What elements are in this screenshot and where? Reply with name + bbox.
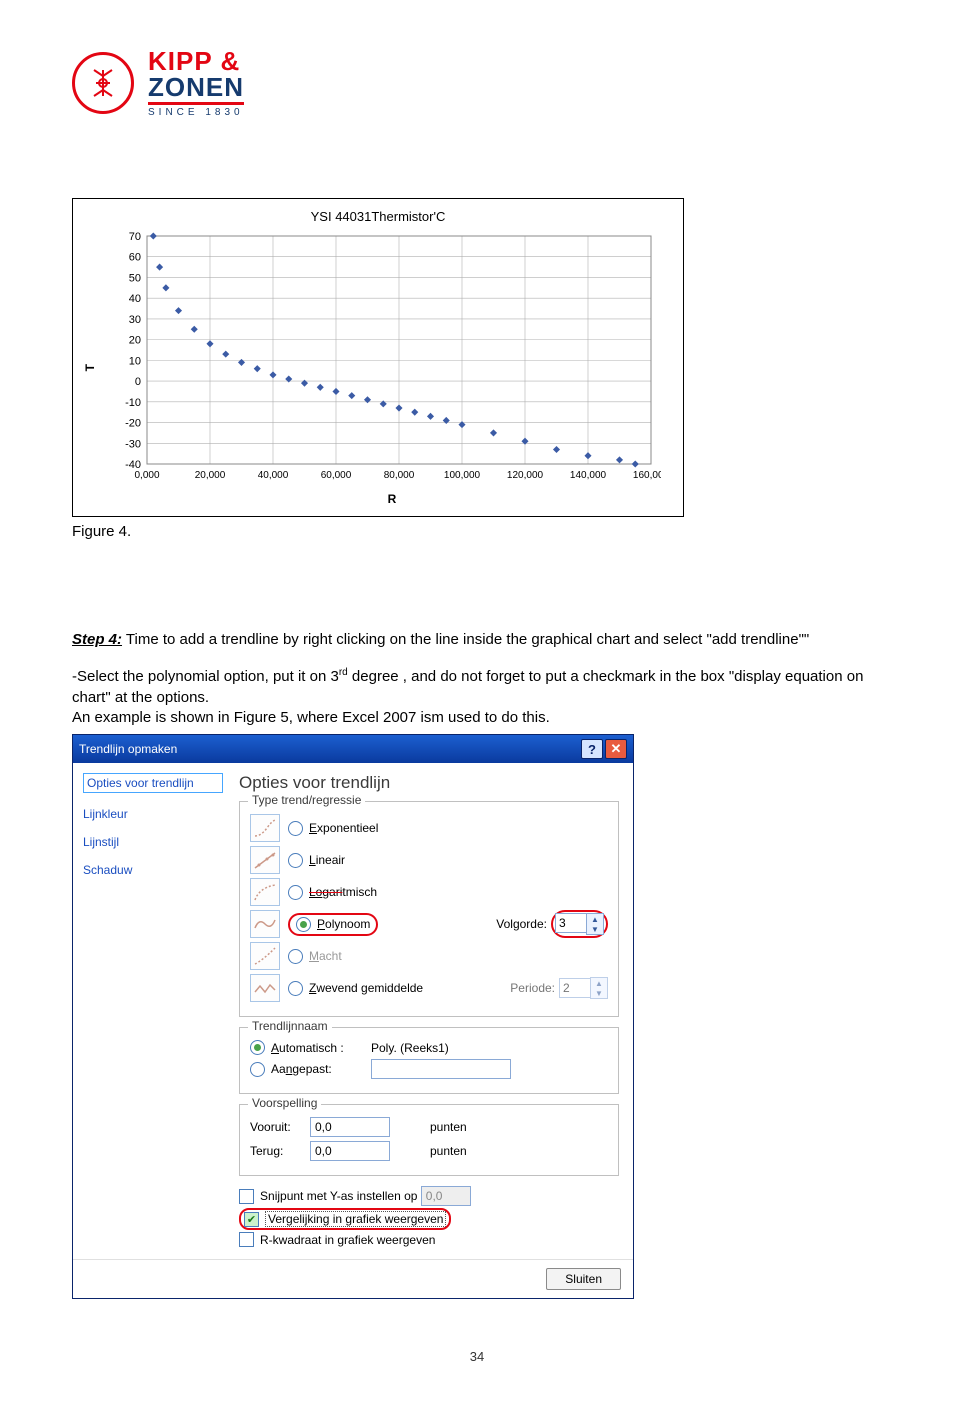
movavg-thumb-icon bbox=[250, 974, 280, 1002]
forecast-group: Voorspelling Vooruit: 0,0 punten Terug: … bbox=[239, 1104, 619, 1176]
dialog-titlebar[interactable]: Trendlijn opmaken ? ✕ bbox=[73, 735, 633, 763]
nav-trendline-options[interactable]: Opties voor trendlijn bbox=[83, 773, 223, 793]
svg-text:100,000: 100,000 bbox=[444, 470, 481, 481]
logo: KIPP & ZONEN SINCE 1830 bbox=[72, 48, 882, 118]
trendline-name-group: Trendlijnnaam Automatisch : Poly. (Reeks… bbox=[239, 1027, 619, 1094]
radio-polynomial[interactable] bbox=[296, 917, 311, 932]
svg-text:80,000: 80,000 bbox=[384, 470, 415, 481]
chart-plot: -40-30-20-100102030405060700,00020,00040… bbox=[101, 230, 661, 490]
logo-line2: ZONEN bbox=[148, 74, 244, 105]
option-linear[interactable]: Lineair bbox=[250, 846, 608, 874]
logo-line1: KIPP & bbox=[148, 48, 244, 74]
svg-text:10: 10 bbox=[129, 355, 141, 367]
chart-xlabel: R bbox=[101, 492, 683, 506]
option-polynomial[interactable]: Polynoom Volgorde: 3 ▲▼ bbox=[250, 910, 608, 938]
help-button[interactable]: ? bbox=[581, 739, 603, 759]
nav-line-style[interactable]: Lijnstijl bbox=[83, 835, 223, 849]
dialog-heading: Opties voor trendlijn bbox=[239, 773, 619, 793]
radio-power[interactable] bbox=[288, 949, 303, 964]
svg-text:0,000: 0,000 bbox=[134, 470, 159, 481]
linear-thumb-icon bbox=[250, 846, 280, 874]
logo-line3: SINCE 1830 bbox=[148, 108, 244, 118]
radio-moving-average[interactable] bbox=[288, 981, 303, 996]
svg-text:30: 30 bbox=[129, 314, 141, 326]
svg-text:0: 0 bbox=[135, 376, 141, 388]
regression-type-group: Type trend/regressie Exponentieel Lineai… bbox=[239, 801, 619, 1017]
chart: YSI 44031Thermistor'C T -40-30-20-100102… bbox=[72, 198, 684, 517]
radio-exponential[interactable] bbox=[288, 821, 303, 836]
exp-thumb-icon bbox=[250, 814, 280, 842]
svg-text:120,000: 120,000 bbox=[507, 470, 544, 481]
close-button[interactable]: ✕ bbox=[605, 739, 627, 759]
radio-linear[interactable] bbox=[288, 853, 303, 868]
svg-text:20,000: 20,000 bbox=[195, 470, 226, 481]
svg-text:50: 50 bbox=[129, 272, 141, 284]
checkbox-intercept[interactable] bbox=[239, 1189, 254, 1204]
svg-text:160,000: 160,000 bbox=[633, 470, 661, 481]
step4-para2: -Select the polynomial option, put it on… bbox=[72, 666, 882, 708]
option-exponential[interactable]: Exponentieel bbox=[250, 814, 608, 842]
forecast-backward-input[interactable]: 0,0 bbox=[310, 1141, 390, 1161]
set-intercept-row[interactable]: Snijpunt met Y-as instellen op 0,0 bbox=[239, 1186, 619, 1206]
svg-text:-10: -10 bbox=[125, 397, 141, 409]
close-dialog-button[interactable]: Sluiten bbox=[546, 1268, 621, 1290]
svg-text:60,000: 60,000 bbox=[321, 470, 352, 481]
svg-text:-30: -30 bbox=[125, 438, 141, 450]
svg-text:40,000: 40,000 bbox=[258, 470, 289, 481]
svg-text:-20: -20 bbox=[125, 418, 141, 430]
step4-paragraph: Step 4: Time to add a trendline by right… bbox=[72, 630, 882, 650]
nav-shadow[interactable]: Schaduw bbox=[83, 863, 223, 877]
nav-line-color[interactable]: Lijnkleur bbox=[83, 807, 223, 821]
polynomial-order[interactable]: Volgorde: 3 ▲▼ bbox=[496, 910, 608, 938]
radio-custom-name[interactable] bbox=[250, 1062, 265, 1077]
chart-title: YSI 44031Thermistor'C bbox=[73, 209, 683, 224]
step4-para3: An example is shown in Figure 5, where E… bbox=[72, 708, 882, 728]
option-logarithmic[interactable]: Logaritmisch bbox=[250, 878, 608, 906]
name-custom[interactable]: Aangepast: bbox=[250, 1059, 608, 1079]
radio-logarithmic[interactable] bbox=[288, 885, 303, 900]
log-thumb-icon bbox=[250, 878, 280, 906]
order-up-icon[interactable]: ▲ bbox=[587, 914, 603, 924]
name-automatic[interactable]: Automatisch : Poly. (Reeks1) bbox=[250, 1040, 608, 1055]
dialog-nav: Opties voor trendlijn Lijnkleur Lijnstij… bbox=[73, 763, 233, 1259]
moving-average-period: Periode: 2 ▲▼ bbox=[510, 977, 608, 999]
step4-label: Step 4: bbox=[72, 631, 122, 648]
svg-text:40: 40 bbox=[129, 293, 141, 305]
intercept-value: 0,0 bbox=[421, 1186, 471, 1206]
display-equation-row[interactable]: Vergelijking in grafiek weergeven bbox=[239, 1208, 619, 1230]
checkbox-display-r2[interactable] bbox=[239, 1232, 254, 1247]
dialog-title: Trendlijn opmaken bbox=[79, 742, 177, 756]
page-number: 34 bbox=[72, 1349, 882, 1364]
figure4-caption: Figure 4. bbox=[72, 523, 882, 540]
svg-text:60: 60 bbox=[129, 252, 141, 264]
order-down-icon[interactable]: ▼ bbox=[587, 924, 603, 934]
logo-mark bbox=[72, 52, 134, 114]
forecast-forward-input[interactable]: 0,0 bbox=[310, 1117, 390, 1137]
checkbox-display-equation[interactable] bbox=[244, 1212, 259, 1227]
poly-thumb-icon bbox=[250, 910, 280, 938]
chart-ylabel: T bbox=[83, 364, 97, 371]
custom-name-input[interactable] bbox=[371, 1059, 511, 1079]
svg-text:20: 20 bbox=[129, 335, 141, 347]
svg-text:70: 70 bbox=[129, 231, 141, 243]
radio-auto-name[interactable] bbox=[250, 1040, 265, 1055]
power-thumb-icon bbox=[250, 942, 280, 970]
display-r2-row[interactable]: R-kwadraat in grafiek weergeven bbox=[239, 1232, 619, 1247]
svg-text:140,000: 140,000 bbox=[570, 470, 607, 481]
option-power[interactable]: Macht bbox=[250, 942, 608, 970]
format-trendline-dialog: Trendlijn opmaken ? ✕ Opties voor trendl… bbox=[72, 734, 634, 1299]
option-moving-average[interactable]: Zwevend gemiddelde Periode: 2 ▲▼ bbox=[250, 974, 608, 1002]
